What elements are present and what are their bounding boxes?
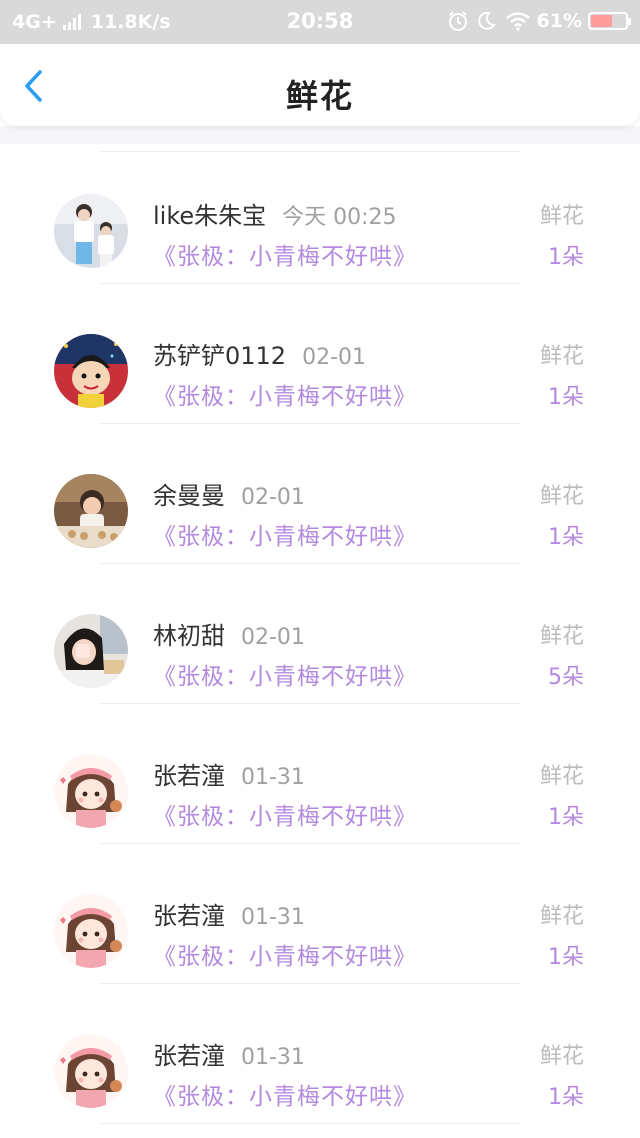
gift-type: 鲜花 bbox=[539, 764, 584, 789]
gift-count: 5朵 bbox=[548, 665, 584, 690]
book-title[interactable]: 《张极：小青梅不好哄》 bbox=[153, 797, 417, 831]
user-name-text: 余曼曼 bbox=[153, 482, 225, 510]
gift-time: 02-01 bbox=[241, 625, 305, 650]
gift-count: 1朵 bbox=[548, 525, 584, 550]
book-title[interactable]: 《张极：小青梅不好哄》 bbox=[153, 377, 417, 411]
gift-type: 鲜花 bbox=[539, 624, 584, 649]
list-item[interactable]: 林初甜 02-01 《张极：小青梅不好哄》 鲜花 5朵 bbox=[0, 564, 640, 704]
cartoon-girl-avatar[interactable] bbox=[54, 754, 128, 828]
user-name-text: 张若潼 bbox=[153, 762, 225, 790]
gift-time: 01-31 bbox=[241, 1045, 305, 1070]
wifi-icon bbox=[505, 12, 530, 31]
user-name: 张若潼 01-31 bbox=[153, 896, 305, 931]
user-name: 余曼曼 02-01 bbox=[153, 476, 305, 511]
photo-girl-avatar[interactable] bbox=[54, 614, 128, 688]
photo-boys-avatar[interactable] bbox=[54, 194, 128, 268]
battery-fill bbox=[591, 15, 612, 27]
book-title[interactable]: 《张极：小青梅不好哄》 bbox=[153, 237, 417, 271]
list-item[interactable]: 余曼曼 02-01 《张极：小青梅不好哄》 鲜花 1朵 bbox=[0, 424, 640, 564]
divider bbox=[100, 1123, 520, 1124]
gift-time: 02-01 bbox=[302, 345, 367, 370]
list-item[interactable]: like朱朱宝 今天 00:25 《张极：小青梅不好哄》 鲜花 1朵 bbox=[0, 144, 640, 284]
alarm-icon bbox=[448, 11, 467, 31]
gift-count: 1朵 bbox=[548, 245, 584, 270]
gift-type: 鲜花 bbox=[539, 344, 584, 369]
moon-icon bbox=[477, 11, 496, 30]
list-item[interactable]: 张若潼 01-31 《张极：小青梅不好哄》 鲜花 1朵 bbox=[0, 984, 640, 1124]
list-item[interactable]: 张若潼 01-31 《张极：小青梅不好哄》 鲜花 1朵 bbox=[0, 844, 640, 984]
battery-icon bbox=[588, 12, 631, 30]
cartoon-girl-avatar[interactable] bbox=[54, 894, 128, 968]
user-name: 张若潼 01-31 bbox=[153, 756, 305, 791]
user-name: like朱朱宝 今天 00:25 bbox=[153, 196, 397, 231]
user-name: 苏铲铲0112 02-01 bbox=[153, 336, 366, 371]
user-name-text: 张若潼 bbox=[153, 1042, 225, 1070]
gift-type: 鲜花 bbox=[539, 1044, 584, 1069]
user-name: 张若潼 01-31 bbox=[153, 1036, 305, 1071]
gift-time: 今天 00:25 bbox=[282, 205, 397, 230]
book-title[interactable]: 《张极：小青梅不好哄》 bbox=[153, 517, 417, 551]
page-title: 鲜花 bbox=[285, 77, 354, 115]
cartoon-girl-avatar[interactable] bbox=[54, 1034, 128, 1108]
gift-type: 鲜花 bbox=[539, 204, 584, 229]
gift-count: 1朵 bbox=[548, 945, 584, 970]
list-item[interactable]: 张若潼 01-31 《张极：小青梅不好哄》 鲜花 1朵 bbox=[0, 704, 640, 844]
photo-child-avatar[interactable] bbox=[54, 474, 128, 548]
user-name-text: 苏铲铲0112 bbox=[153, 342, 287, 370]
user-name-text: like朱朱宝 bbox=[153, 202, 267, 230]
book-title[interactable]: 《张极：小青梅不好哄》 bbox=[153, 937, 417, 971]
book-title[interactable]: 《张极：小青梅不好哄》 bbox=[153, 1077, 417, 1111]
flower-gift-list: like朱朱宝 今天 00:25 《张极：小青梅不好哄》 鲜花 1朵 苏铲铲01… bbox=[0, 144, 640, 1124]
user-name-text: 林初甜 bbox=[153, 622, 225, 650]
cartoon-boy-avatar[interactable] bbox=[54, 334, 128, 408]
status-right: 61% bbox=[447, 10, 631, 32]
nav-bar: 鲜花 bbox=[0, 44, 640, 126]
list-item[interactable]: 苏铲铲0112 02-01 《张极：小青梅不好哄》 鲜花 1朵 bbox=[0, 284, 640, 424]
gift-type: 鲜花 bbox=[539, 904, 584, 929]
gift-time: 01-31 bbox=[241, 765, 305, 790]
user-name: 林初甜 02-01 bbox=[153, 616, 305, 651]
gift-time: 01-31 bbox=[241, 905, 305, 930]
status-bar: 4G+ 11.8K/s 20:58 61% bbox=[0, 0, 640, 44]
header-gap bbox=[0, 126, 640, 144]
user-name-text: 张若潼 bbox=[153, 902, 225, 930]
gift-time: 02-01 bbox=[241, 485, 305, 510]
gift-count: 1朵 bbox=[548, 385, 584, 410]
battery-percent: 61% bbox=[536, 10, 582, 32]
gift-type: 鲜花 bbox=[539, 484, 584, 509]
gift-count: 1朵 bbox=[548, 1085, 584, 1110]
book-title[interactable]: 《张极：小青梅不好哄》 bbox=[153, 657, 417, 691]
gift-count: 1朵 bbox=[548, 805, 584, 830]
